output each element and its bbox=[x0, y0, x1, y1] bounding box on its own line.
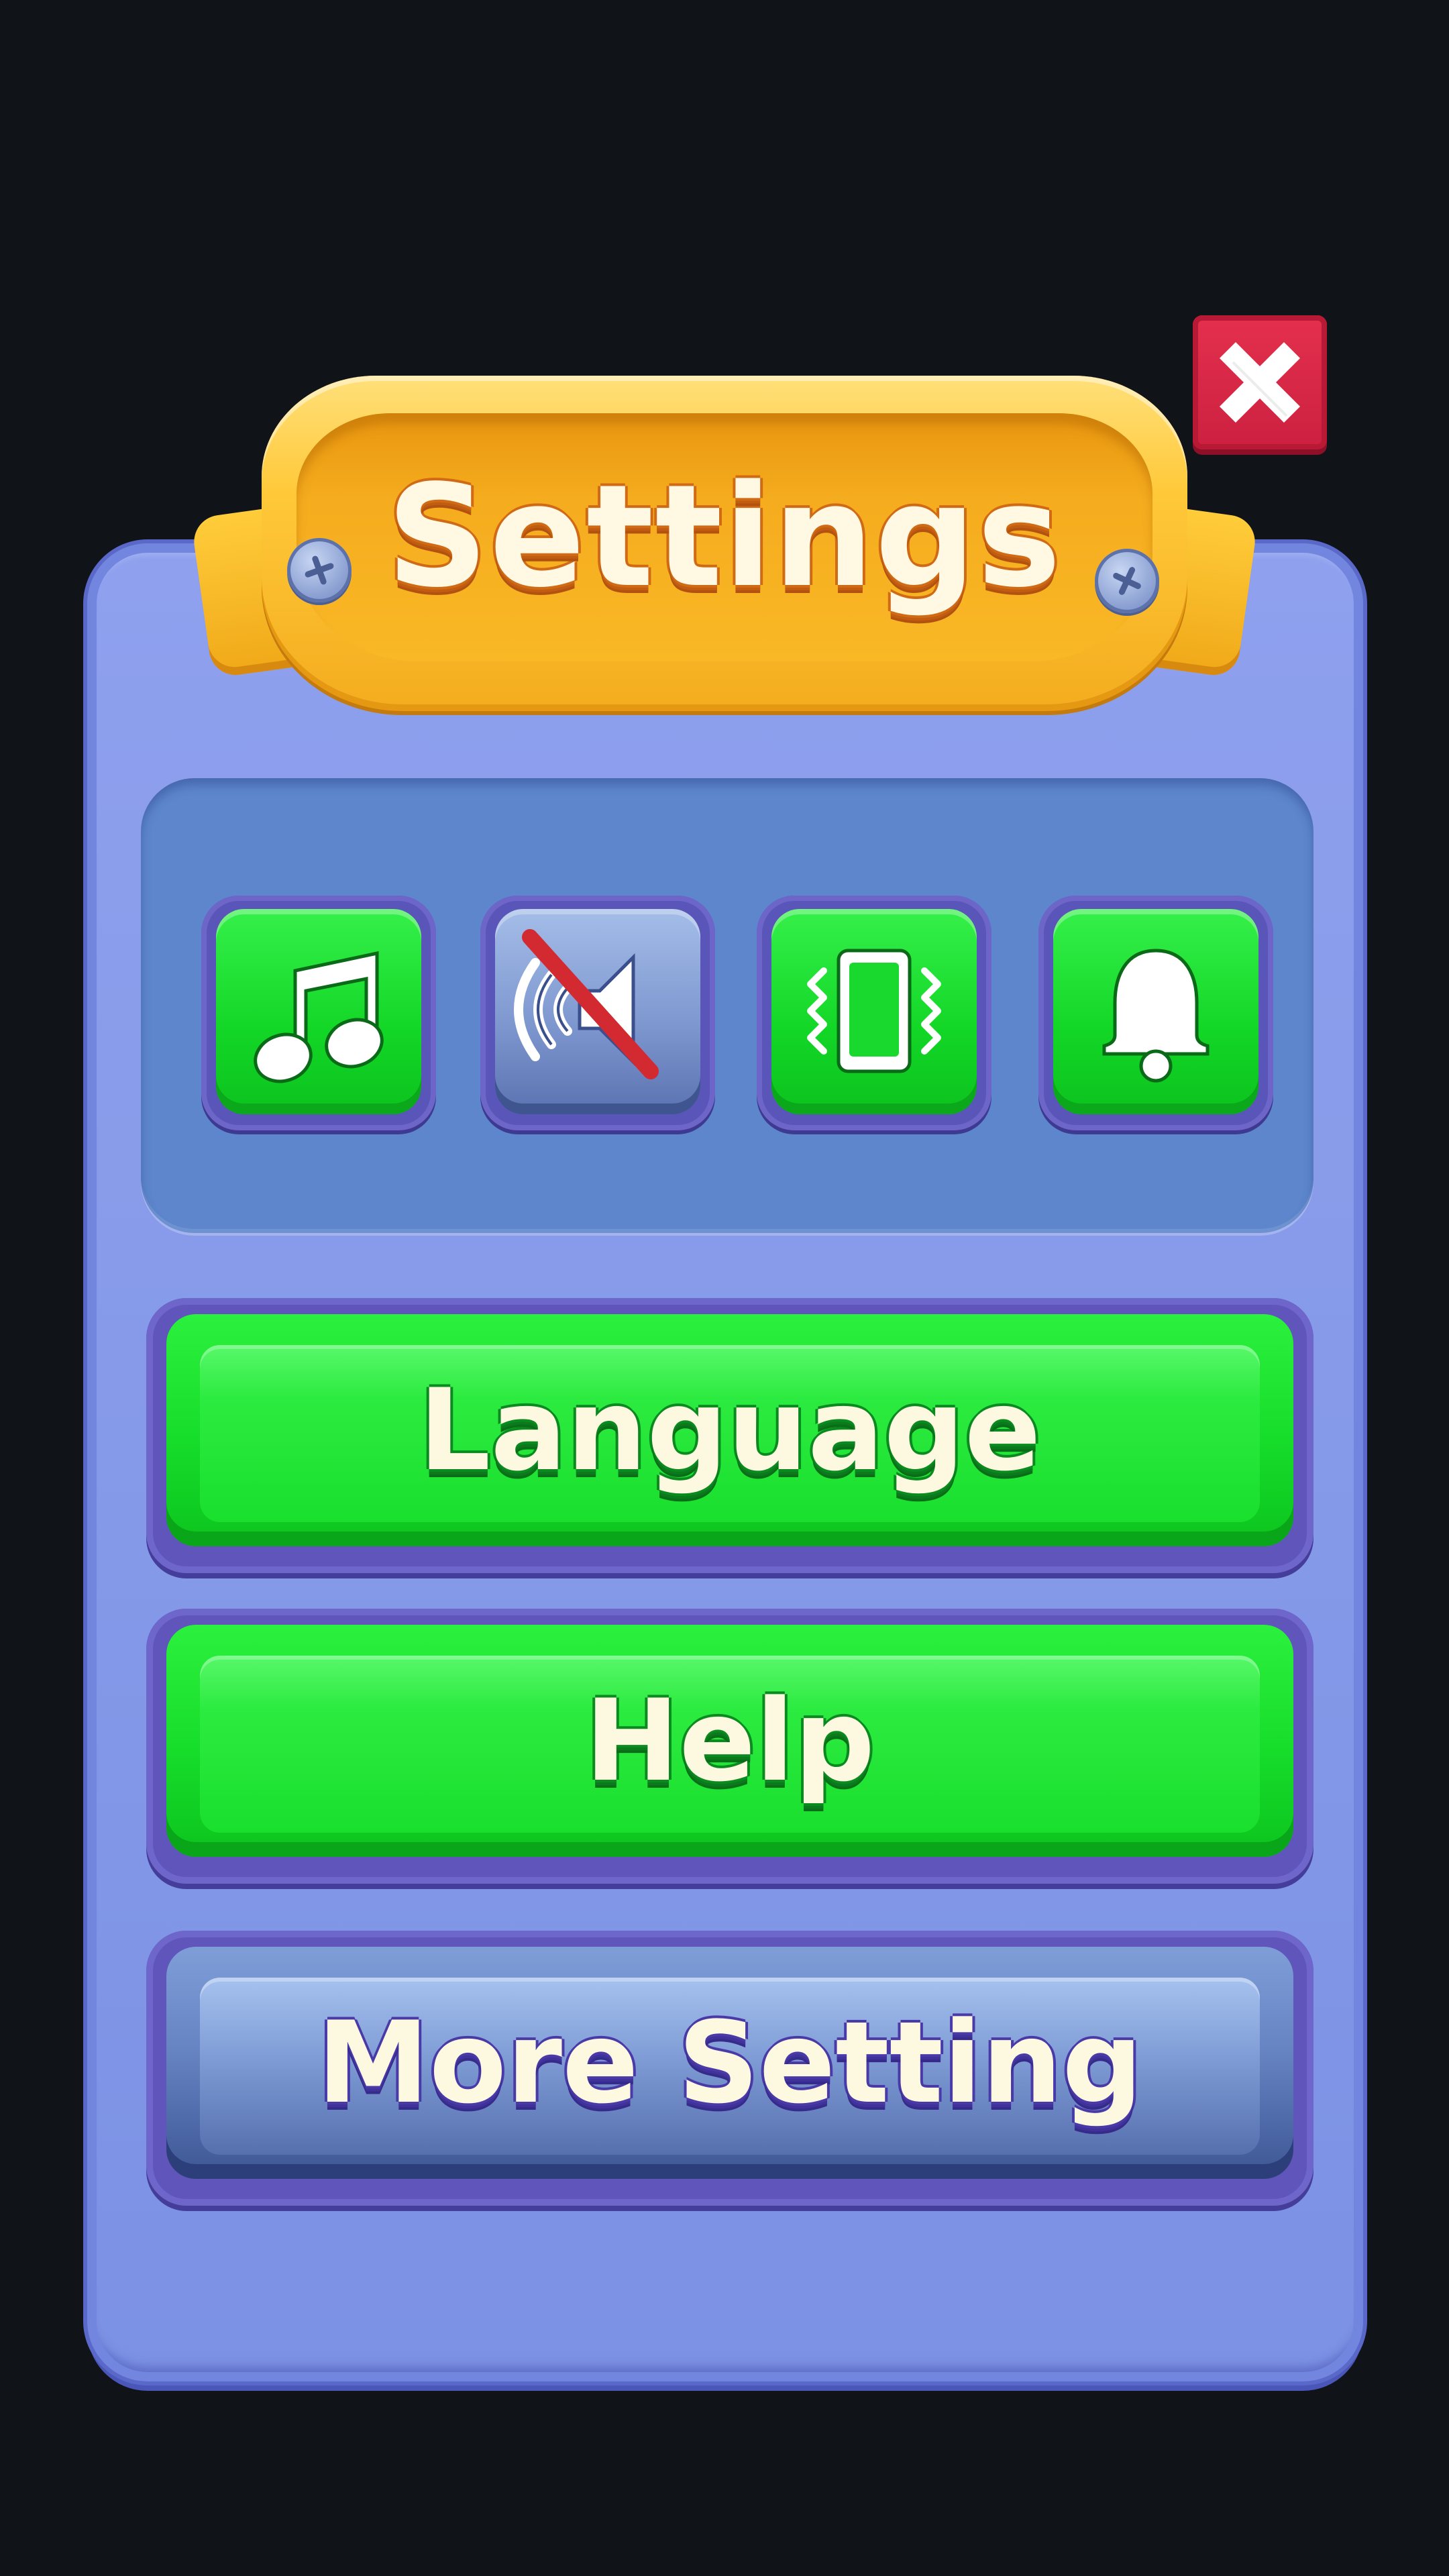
more-setting-button-face: More Setting bbox=[166, 1947, 1293, 2179]
screw-icon bbox=[1095, 549, 1159, 613]
more-setting-button[interactable]: More Setting bbox=[146, 1931, 1313, 2206]
sound-toggle-face bbox=[495, 909, 700, 1114]
settings-screen: Settings Language Help More Setting bbox=[0, 0, 1449, 2576]
title-banner: Settings bbox=[262, 376, 1187, 704]
speaker-muted-icon bbox=[514, 929, 659, 1079]
sound-toggle-button[interactable] bbox=[480, 896, 715, 1130]
close-icon bbox=[1219, 341, 1301, 423]
notification-toggle-button[interactable] bbox=[1038, 896, 1273, 1130]
page-title: Settings bbox=[386, 454, 1063, 619]
music-note-icon bbox=[254, 951, 384, 1083]
screw-icon bbox=[287, 538, 352, 602]
language-button-label: Language bbox=[419, 1364, 1041, 1496]
language-button[interactable]: Language bbox=[146, 1298, 1313, 1573]
vibration-toggle-face bbox=[771, 909, 977, 1114]
vibration-toggle-button[interactable] bbox=[757, 896, 991, 1130]
music-toggle-face bbox=[216, 909, 421, 1114]
music-toggle-button[interactable] bbox=[201, 896, 436, 1130]
help-button-face: Help bbox=[166, 1625, 1293, 1857]
help-button[interactable]: Help bbox=[146, 1609, 1313, 1884]
phone-vibrate-icon bbox=[807, 949, 941, 1073]
bell-icon bbox=[1102, 949, 1210, 1083]
close-button[interactable] bbox=[1193, 315, 1327, 449]
more-setting-button-label: More Setting bbox=[317, 1997, 1143, 2129]
language-button-face: Language bbox=[166, 1314, 1293, 1546]
help-button-label: Help bbox=[584, 1675, 875, 1807]
notification-toggle-face bbox=[1053, 909, 1258, 1114]
